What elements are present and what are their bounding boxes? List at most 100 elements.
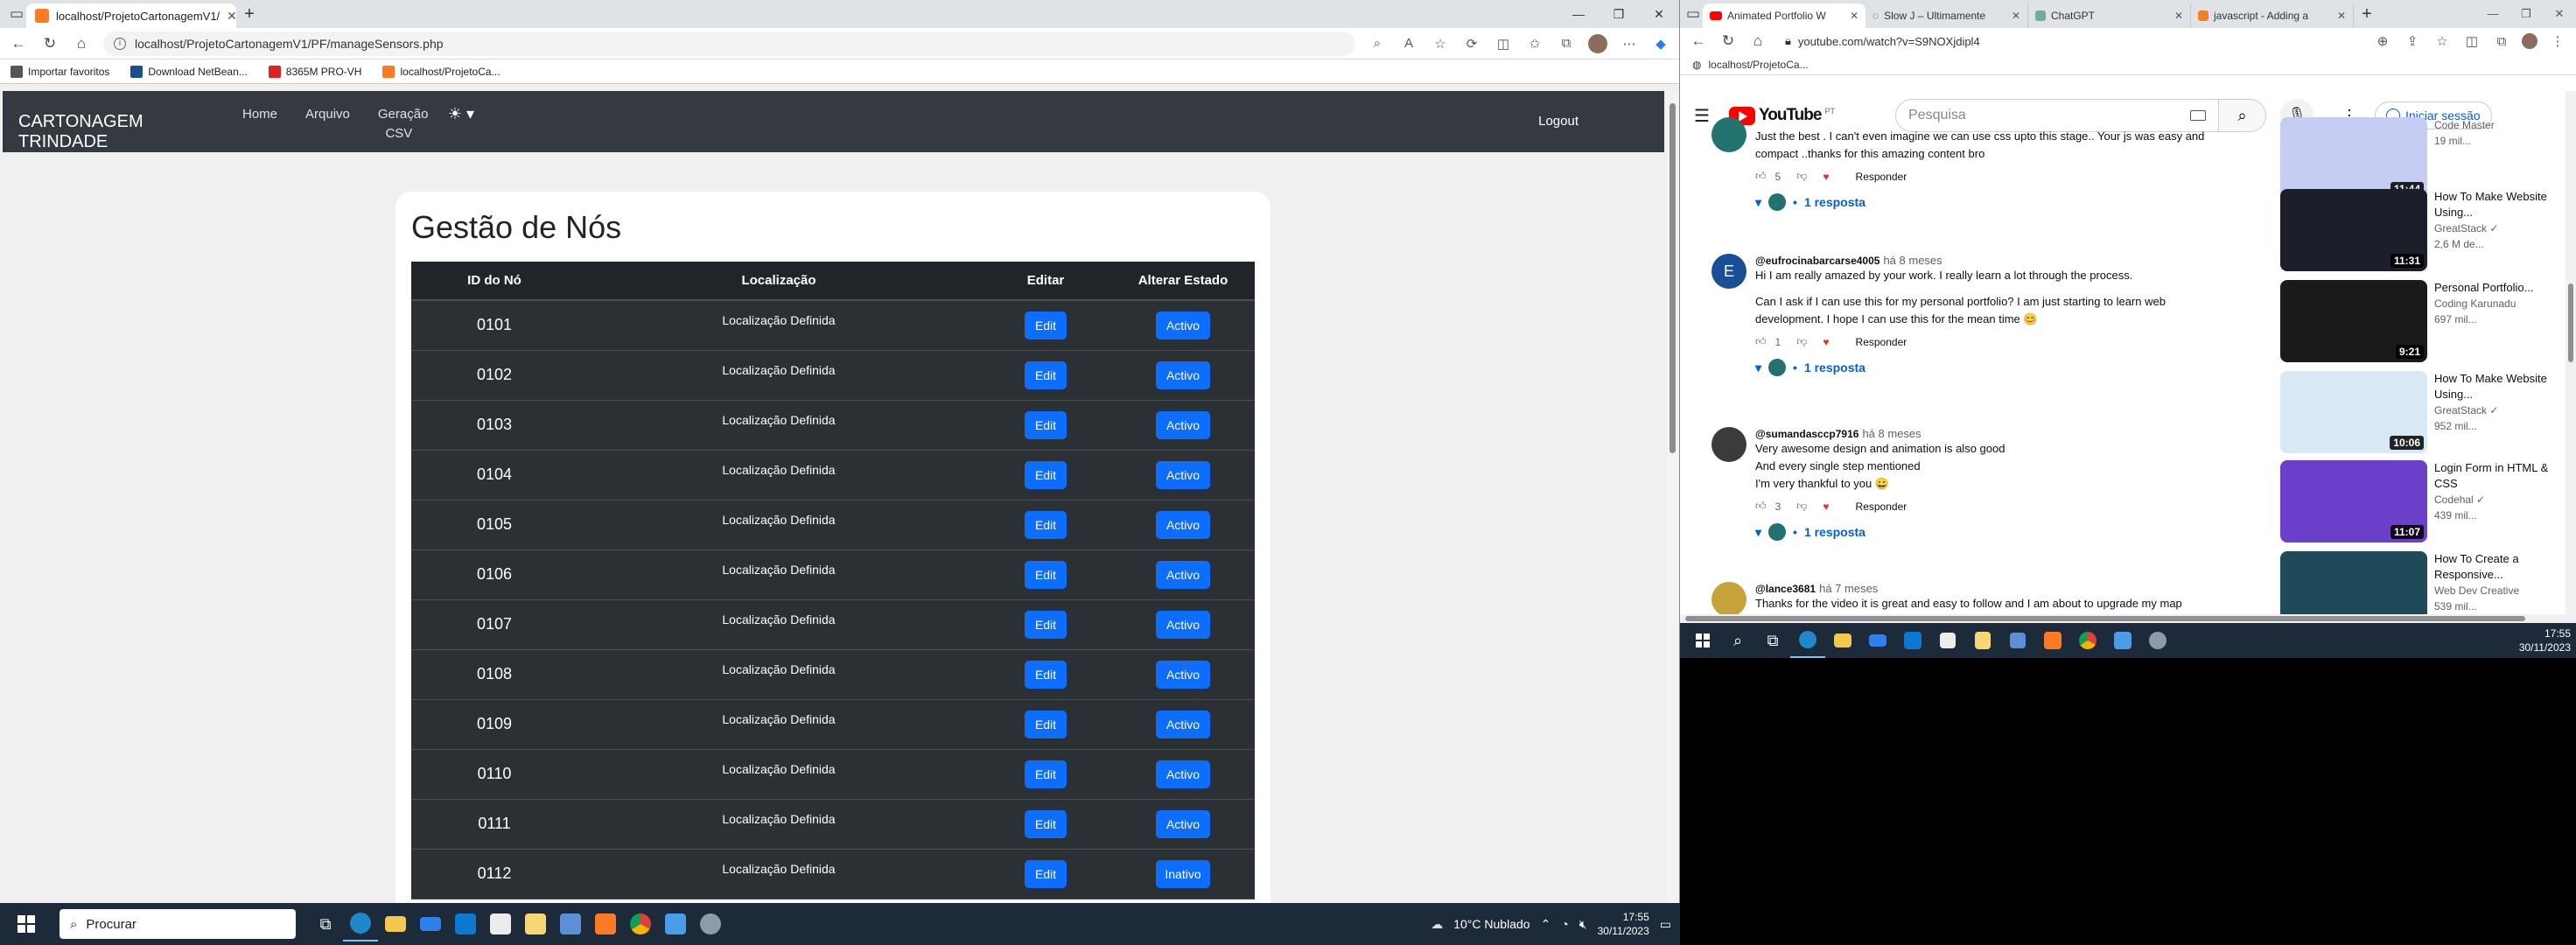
toggle-state-button[interactable]: Activo [1155, 510, 1211, 539]
lock-icon[interactable]: 🔒︎ [1785, 34, 1791, 48]
replies-toggle[interactable]: ▾ • 1 resposta [1755, 523, 2254, 541]
store-icon[interactable] [1930, 623, 1965, 658]
mail-icon[interactable] [1860, 623, 1895, 658]
start-button[interactable] [9, 906, 44, 942]
toggle-state-button[interactable]: Activo [1155, 560, 1211, 589]
toggle-state-button[interactable]: Activo [1155, 311, 1211, 340]
chevron-up-icon[interactable]: ⌃ [1541, 917, 1551, 932]
scrollbar-thumb[interactable] [2568, 284, 2573, 362]
close-window-icon[interactable]: ✕ [2543, 7, 2576, 21]
file-explorer-icon[interactable] [1825, 623, 1860, 658]
video-thumbnail[interactable]: 9:21 [2280, 280, 2427, 362]
task-view-icon[interactable]: ⧉ [308, 906, 343, 942]
profile-avatar[interactable] [1588, 33, 1607, 53]
new-tab-icon[interactable]: + [236, 4, 262, 24]
video-title[interactable]: Login Form in HTML & CSS [2434, 460, 2557, 492]
store-icon[interactable] [483, 906, 518, 942]
comment-avatar[interactable] [1712, 117, 1746, 152]
edit-button[interactable]: Edit [1024, 660, 1068, 689]
xampp-icon[interactable] [588, 906, 623, 942]
dislike-icon[interactable]: 👎︎ [1796, 335, 1807, 348]
vscode-icon[interactable] [448, 906, 483, 942]
replies-toggle[interactable]: ▾ • 1 resposta [1755, 193, 2254, 211]
video-channel[interactable]: Code Master [2434, 117, 2557, 133]
app-icon[interactable] [2105, 623, 2140, 658]
video-title[interactable]: Personal Portfolio... [2434, 280, 2557, 296]
install-icon[interactable]: ⊕ [2373, 33, 2392, 49]
toggle-state-button[interactable]: Activo [1155, 460, 1211, 489]
copilot-icon[interactable]: ◆ [1651, 36, 1670, 52]
brand[interactable]: CARTONAGEM TRINDADE [18, 112, 228, 152]
favorites-icon[interactable]: ✩ [1525, 36, 1544, 52]
bookmark-item[interactable]: localhost/ProjetoCa... [382, 65, 500, 78]
notifications-icon[interactable]: ▭ [1660, 917, 1671, 932]
weather-text[interactable]: 10°C Nublado [1453, 917, 1530, 931]
reload-icon[interactable]: ↻ [40, 35, 60, 52]
edit-button[interactable]: Edit [1024, 410, 1068, 439]
edge-icon[interactable] [1790, 623, 1825, 658]
comment-author[interactable]: @sumandasccp7916 [1755, 428, 1858, 440]
tab-actions-icon[interactable]: ▭ [1684, 5, 1703, 23]
comment-author[interactable]: @lance3681 [1755, 583, 1816, 595]
new-tab-icon[interactable]: + [2354, 4, 2380, 24]
site-info-icon[interactable]: i [114, 37, 126, 50]
theme-toggle-icon[interactable]: ☀ ▾ [434, 105, 488, 144]
url-field[interactable]: i localhost/ProjetoCartonagemV1/PF/manag… [103, 31, 1355, 56]
toggle-state-button[interactable]: Activo [1155, 809, 1211, 838]
comment-avatar[interactable]: E [1712, 254, 1746, 289]
tab-close-icon[interactable]: ✕ [2337, 10, 2346, 22]
vscode-icon[interactable] [1895, 623, 1930, 658]
clock[interactable]: 17:55 30/11/2023 [2519, 626, 2571, 654]
horizontal-scrollbar[interactable] [1680, 614, 2566, 623]
xampp-icon[interactable] [2035, 623, 2070, 658]
toggle-state-button[interactable]: Activo [1155, 760, 1211, 788]
tab-close-icon[interactable]: ✕ [2012, 10, 2020, 22]
scrollbar-thumb[interactable] [1685, 616, 2525, 621]
tab-stackoverflow[interactable]: javascript - Adding a ✕ [2191, 4, 2354, 28]
edit-button[interactable]: Edit [1024, 710, 1068, 738]
collections-icon[interactable]: ⧉ [1557, 36, 1576, 51]
sidebar-icon[interactable]: ◫ [2462, 33, 2482, 49]
reply-button[interactable]: Responder [1856, 500, 1908, 513]
tab-actions-icon[interactable]: ▭ [7, 5, 26, 23]
mail-icon[interactable] [413, 906, 448, 942]
tab-close-icon[interactable]: ✕ [2174, 10, 2183, 22]
toggle-state-button[interactable]: Activo [1155, 610, 1211, 639]
toggle-state-button[interactable]: Activo [1155, 710, 1211, 738]
clock[interactable]: 17:55 30/11/2023 [1598, 910, 1649, 938]
refresh-sync-icon[interactable]: ⟳ [1462, 36, 1481, 52]
comment-time[interactable]: há 7 meses [1819, 582, 1878, 595]
notes-icon[interactable] [1965, 623, 2000, 658]
extensions-icon[interactable]: ⧉ [2492, 34, 2511, 49]
tab-chatgpt[interactable]: ChatGPT ✕ [2028, 4, 2191, 28]
tab-youtube[interactable]: Animated Portfolio W ✕ [1703, 4, 1866, 28]
more-menu-icon[interactable]: ⋯ [1620, 36, 1639, 52]
network-icon[interactable]: ◔ [1561, 917, 1568, 931]
edit-button[interactable]: Edit [1024, 311, 1068, 340]
url-field[interactable]: 🔒︎ youtube.com/watch?v=S9NOXjdipl4 [1778, 30, 2362, 52]
video-thumbnail[interactable]: 11:31 [2280, 189, 2427, 271]
home-icon[interactable]: ⌂ [72, 35, 91, 52]
task-view-icon[interactable]: ⧉ [1755, 623, 1790, 658]
video-thumbnail[interactable]: 10:06 [2280, 371, 2427, 453]
virtualbox-icon[interactable] [2000, 623, 2035, 658]
edit-button[interactable]: Edit [1024, 560, 1068, 589]
tab-close-icon[interactable]: ✕ [1850, 10, 1858, 22]
video-thumbnail[interactable]: 15:13 [2280, 551, 2427, 623]
favorite-star-icon[interactable]: ☆ [2432, 33, 2452, 49]
read-aloud-icon[interactable]: A [1399, 36, 1418, 51]
taskbar-search[interactable]: ⌕ Procurar [60, 909, 296, 939]
toggle-state-button[interactable]: Activo [1155, 360, 1211, 389]
scrollbar-thumb[interactable] [1670, 103, 1676, 453]
video-channel[interactable]: GreatStack ✓ [2434, 402, 2557, 418]
like-icon[interactable]: 👍︎ [1755, 500, 1767, 513]
related-video[interactable]: 11:07 Login Form in HTML & CSS Codehal ✓ 43… [2280, 460, 2560, 544]
speaker-muted-icon[interactable]: 🔇︎ [1579, 917, 1587, 932]
toggle-state-button[interactable]: Activo [1155, 410, 1211, 439]
video-title[interactable]: How To Create a Responsive... [2434, 551, 2557, 583]
maximize-icon[interactable]: ❐ [2510, 7, 2543, 21]
edit-button[interactable]: Edit [1024, 760, 1068, 788]
like-icon[interactable]: 👍︎ [1755, 170, 1767, 183]
video-channel[interactable]: GreatStack ✓ [2434, 220, 2557, 236]
back-icon[interactable]: ← [1689, 32, 1708, 50]
